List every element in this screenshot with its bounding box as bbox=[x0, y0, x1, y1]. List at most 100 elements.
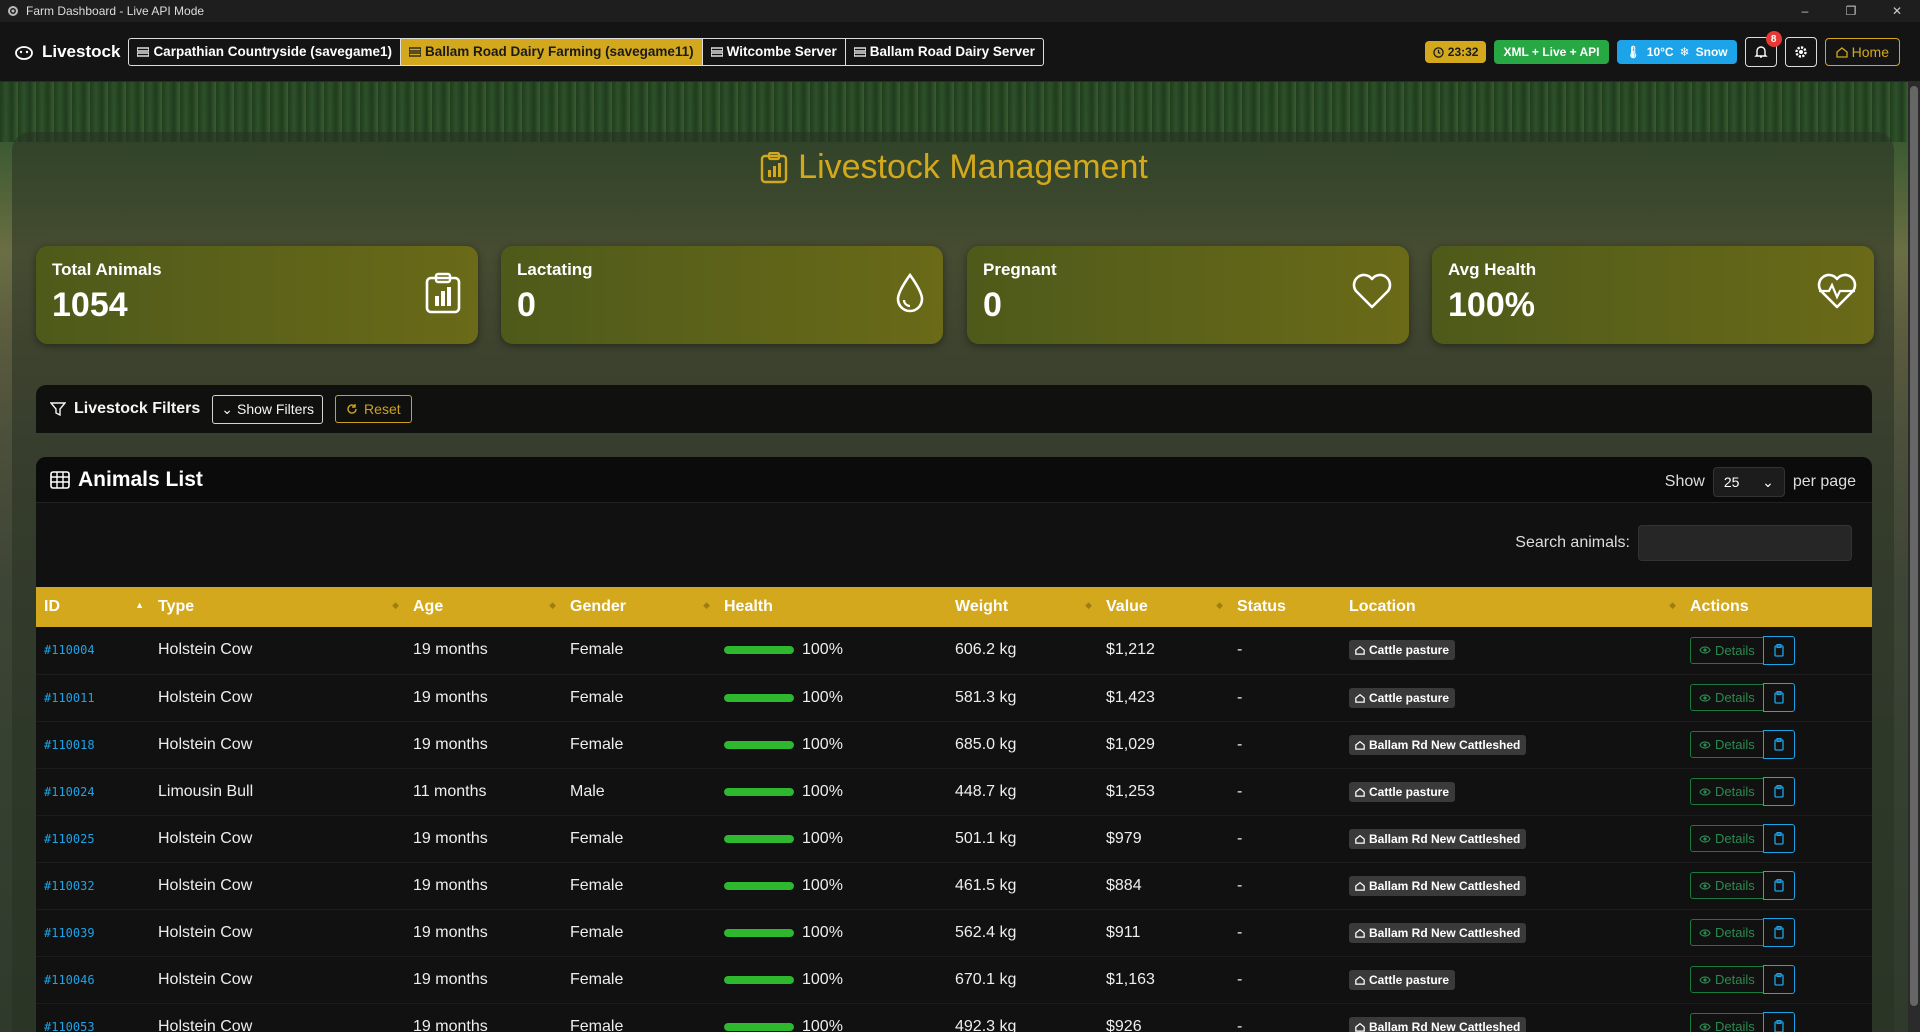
clipboard-button[interactable] bbox=[1762, 635, 1795, 665]
animal-location-cell: Cattle pasture bbox=[1341, 956, 1682, 1003]
show-label: Show bbox=[1664, 473, 1705, 490]
location-label: Ballam Rd New Cattleshed bbox=[1369, 831, 1521, 846]
server-button-carpathian[interactable]: Carpathian Countryside (savegame1) bbox=[129, 38, 402, 65]
settings-button[interactable] bbox=[1784, 37, 1817, 67]
animal-id-link[interactable]: #110046 bbox=[36, 956, 150, 1003]
stat-label: Pregnant bbox=[983, 260, 1057, 279]
home-icon bbox=[1355, 787, 1365, 797]
sort-icon: ◆ bbox=[1085, 600, 1092, 610]
eye-icon bbox=[1699, 740, 1711, 749]
animal-id-link[interactable]: #110032 bbox=[36, 862, 150, 909]
clock-icon bbox=[1433, 46, 1444, 58]
home-button[interactable]: Home bbox=[1824, 38, 1900, 66]
animal-id-link[interactable]: #110024 bbox=[36, 768, 150, 815]
location-badge: Ballam Rd New Cattleshed bbox=[1349, 1016, 1527, 1032]
animal-id-link[interactable]: #110011 bbox=[36, 674, 150, 721]
animal-id-link[interactable]: #110053 bbox=[36, 1003, 150, 1032]
clipboard-button[interactable] bbox=[1762, 824, 1795, 853]
clipboard-button[interactable] bbox=[1762, 1012, 1795, 1032]
animal-location-cell: Ballam Rd New Cattleshed bbox=[1341, 862, 1682, 909]
details-button[interactable]: Details bbox=[1690, 1013, 1764, 1032]
sort-icon: ◆ bbox=[1216, 600, 1223, 610]
thermometer-icon: 🌡 bbox=[1625, 45, 1641, 59]
home-icon bbox=[1355, 693, 1365, 703]
server-button-ballam-road-server[interactable]: Ballam Road Dairy Server bbox=[846, 39, 1043, 65]
health-bar-fill bbox=[724, 975, 794, 984]
column-header-age[interactable]: Age ◆ bbox=[405, 587, 562, 627]
animal-weight: 606.2 kg bbox=[955, 641, 1017, 659]
clipboard-button[interactable] bbox=[1762, 777, 1795, 806]
clipboard-button[interactable] bbox=[1762, 918, 1795, 947]
clipboard-button[interactable] bbox=[1762, 683, 1795, 712]
animal-location-cell: Ballam Rd New Cattleshed bbox=[1341, 815, 1682, 862]
close-button[interactable]: ✕ bbox=[1874, 0, 1920, 22]
window-title: Farm Dashboard - Live API Mode bbox=[26, 4, 205, 18]
details-button[interactable]: Details bbox=[1690, 636, 1764, 664]
animal-health-cell: 100% bbox=[716, 721, 947, 768]
details-button[interactable]: Details bbox=[1690, 825, 1764, 852]
animal-actions-cell: Details bbox=[1682, 721, 1872, 768]
restore-button[interactable]: ❐ bbox=[1828, 0, 1874, 22]
clipboard-button[interactable] bbox=[1762, 965, 1795, 994]
details-button[interactable]: Details bbox=[1690, 872, 1764, 899]
column-header-gender[interactable]: Gender ◆ bbox=[562, 587, 716, 627]
animal-gender: Female bbox=[570, 1017, 624, 1032]
per-page-select[interactable]: 25 ⌄ bbox=[1712, 467, 1785, 497]
health-bar-fill bbox=[724, 928, 794, 937]
details-button[interactable]: Details bbox=[1690, 731, 1764, 758]
animal-id-link[interactable]: #110039 bbox=[36, 909, 150, 956]
column-header-location[interactable]: Location ◆ bbox=[1341, 587, 1682, 627]
animal-status: - bbox=[1237, 688, 1243, 706]
brand[interactable]: Livestock bbox=[14, 42, 120, 62]
animal-id-link[interactable]: #110018 bbox=[36, 721, 150, 768]
page-scrollbar[interactable] bbox=[1908, 82, 1920, 1032]
animal-status: - bbox=[1237, 735, 1243, 753]
details-button[interactable]: Details bbox=[1690, 778, 1764, 805]
reset-filters-button[interactable]: Reset bbox=[335, 395, 412, 423]
server-label: Carpathian Countryside (savegame1) bbox=[153, 44, 393, 59]
data-mode-badge: XML + Live + API bbox=[1494, 40, 1609, 64]
animal-health-cell: 100% bbox=[716, 627, 947, 674]
clipboard-icon bbox=[1774, 691, 1784, 704]
animal-location-cell: Cattle pasture bbox=[1341, 674, 1682, 721]
home-icon bbox=[1355, 1022, 1365, 1032]
temperature: 10°C bbox=[1646, 45, 1674, 59]
server-label: Ballam Road Dairy Server bbox=[869, 44, 1035, 59]
animal-type: Holstein Cow bbox=[158, 829, 253, 847]
clipboard-button[interactable] bbox=[1762, 871, 1795, 900]
notifications-button[interactable]: 8 bbox=[1744, 31, 1782, 67]
stat-card-total-animals: Total Animals 1054 bbox=[36, 246, 478, 344]
details-button[interactable]: Details bbox=[1690, 966, 1764, 993]
column-header-weight[interactable]: Weight ◆ bbox=[947, 587, 1098, 627]
server-button-witcombe[interactable]: Witcombe Server bbox=[703, 38, 846, 65]
health-bar-fill bbox=[724, 881, 794, 890]
minimize-button[interactable]: – bbox=[1782, 0, 1828, 22]
clipboard-button[interactable] bbox=[1762, 730, 1795, 759]
sort-icon: ◆ bbox=[392, 600, 399, 610]
details-button[interactable]: Details bbox=[1690, 919, 1764, 946]
column-header-id[interactable]: ID ▲ bbox=[36, 587, 150, 627]
location-label: Cattle pasture bbox=[1369, 784, 1450, 799]
details-label: Details bbox=[1715, 925, 1755, 940]
details-label: Details bbox=[1715, 784, 1755, 799]
column-header-actions: Actions bbox=[1690, 598, 1749, 615]
show-filters-button[interactable]: ⌄ Show Filters bbox=[212, 394, 324, 424]
eye-icon bbox=[1699, 881, 1711, 890]
scrollbar-thumb[interactable] bbox=[1910, 86, 1918, 1006]
column-header-type[interactable]: Type ◆ bbox=[150, 587, 405, 627]
animal-status: - bbox=[1237, 829, 1243, 847]
animal-weight: 581.3 kg bbox=[955, 688, 1017, 706]
home-icon bbox=[1355, 928, 1365, 938]
eye-icon bbox=[1699, 646, 1711, 654]
home-icon bbox=[1835, 47, 1848, 58]
animal-gender: Female bbox=[570, 688, 624, 706]
animal-id-link[interactable]: #110004 bbox=[36, 627, 150, 674]
health-percent: 100% bbox=[802, 923, 843, 941]
search-input[interactable] bbox=[1638, 525, 1852, 561]
column-header-value[interactable]: Value ◆ bbox=[1098, 587, 1229, 627]
server-button-ballam-road-farming[interactable]: Ballam Road Dairy Farming (savegame11) bbox=[401, 38, 703, 65]
reset-label: Reset bbox=[364, 401, 401, 417]
animal-id-link[interactable]: #110025 bbox=[36, 815, 150, 862]
details-button[interactable]: Details bbox=[1690, 684, 1764, 711]
home-icon bbox=[1355, 646, 1365, 656]
